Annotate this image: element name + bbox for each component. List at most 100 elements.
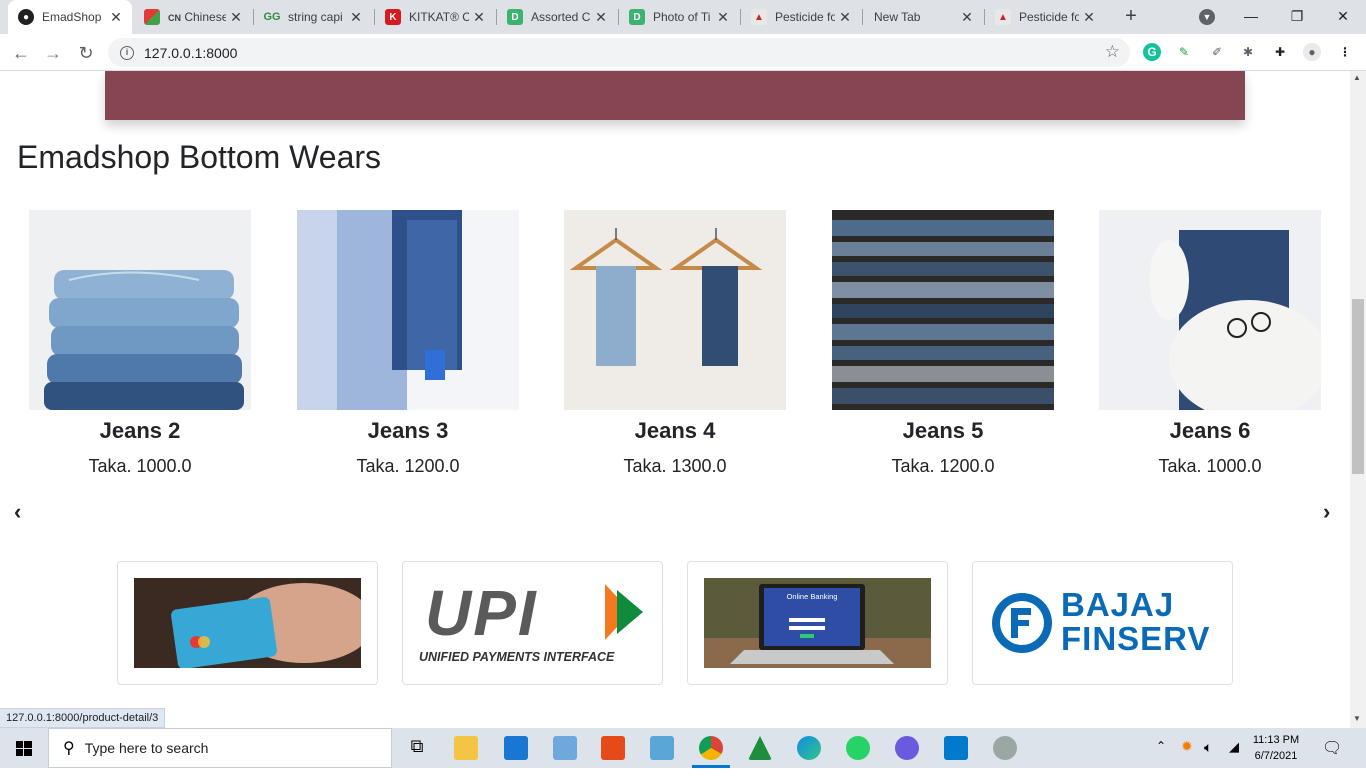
chrome-icon[interactable] (699, 736, 723, 760)
jeans-pile-image (832, 210, 1054, 410)
task-view-icon[interactable]: ⧉ (405, 736, 429, 760)
scrollbar-thumb[interactable] (1352, 299, 1364, 474)
edge-icon[interactable] (797, 736, 821, 760)
network-icon[interactable]: ◢ (1229, 739, 1239, 779)
tab-new-tab[interactable]: New Tab ✕ (863, 0, 983, 34)
product-name[interactable]: Jeans 6 (1099, 418, 1321, 448)
payment-card-upi: UPI UNIFIED PAYMENTS INTERFACE (402, 561, 663, 685)
close-tab-icon[interactable]: ✕ (469, 9, 489, 26)
address-bar[interactable]: i 127.0.0.1:8000 ☆ (108, 38, 1130, 67)
product-image[interactable] (1099, 210, 1321, 410)
close-tab-icon[interactable]: ✕ (1079, 9, 1099, 26)
product-name[interactable]: Jeans 2 (29, 418, 251, 448)
d-icon: D (507, 9, 523, 25)
eyedropper-icon[interactable]: ✐ (1208, 43, 1226, 61)
tab-photo[interactable]: D Photo of Ti ✕ (619, 0, 739, 34)
product-card[interactable]: Jeans 3 Taka. 1200.0 (297, 210, 519, 477)
payment-card-credit-card (117, 561, 378, 685)
product-name[interactable]: Jeans 3 (297, 418, 519, 448)
green-triangle-app-icon[interactable] (748, 736, 772, 760)
carousel-next-button[interactable]: › (1323, 499, 1330, 525)
product-image[interactable] (29, 210, 251, 410)
browser-toolbar: ← → ↻ i 127.0.0.1:8000 ☆ G ✎ ✐ ✱ ✚ ● ⋮ (0, 34, 1366, 71)
extensions-puzzle-icon[interactable]: ✚ (1271, 43, 1289, 61)
tab-emadshop[interactable]: ● EmadShop ✕ (8, 0, 132, 34)
restore-button[interactable]: ❐ (1274, 0, 1320, 34)
search-icon: ⚲ (63, 740, 75, 757)
vscode-icon[interactable] (944, 736, 968, 760)
stacked-jeans-image (29, 210, 251, 410)
office-icon[interactable] (601, 736, 625, 760)
tab-string-capi[interactable]: GG string capi ✕ (254, 0, 372, 34)
close-tab-icon[interactable]: ✕ (106, 9, 126, 26)
taskbar-search[interactable]: ⚲ Type here to search (48, 728, 392, 768)
product-card[interactable]: Jeans 2 Taka. 1000.0 (29, 210, 251, 477)
geeks-icon: GG (263, 11, 281, 23)
page-scrollbar[interactable]: ▲ ▼ (1350, 71, 1366, 728)
grammarly-icon[interactable]: G (1143, 43, 1161, 61)
product-card[interactable]: Jeans 4 Taka. 1300.0 (564, 210, 786, 477)
bajaj-emblem-icon (992, 593, 1052, 653)
tray-app-icon[interactable]: ✹ (1181, 738, 1193, 778)
product-price: Taka. 1300.0 (623, 456, 727, 476)
product-image[interactable] (832, 210, 1054, 410)
minimize-button[interactable]: — (1228, 0, 1274, 34)
volume-icon[interactable]: 🔈︎ (1204, 739, 1212, 779)
carousel-prev-button[interactable]: ‹ (14, 499, 21, 525)
close-tab-icon[interactable]: ✕ (835, 9, 855, 26)
bug-icon[interactable]: ✱ (1239, 43, 1257, 61)
close-window-button[interactable]: ✕ (1320, 0, 1366, 34)
start-button[interactable] (0, 728, 48, 768)
info-icon[interactable]: i (120, 45, 134, 60)
app-globe-icon[interactable] (993, 736, 1017, 760)
menu-kebab-icon[interactable]: ⋮ (1336, 43, 1354, 61)
pc-icon[interactable] (553, 736, 577, 760)
tab-kitkat[interactable]: K KITKAT® C ✕ (375, 0, 495, 34)
credit-card-image (134, 578, 361, 668)
chevron-down-icon: ▼ (1199, 9, 1215, 26)
mail-icon[interactable] (504, 736, 528, 760)
product-price: Taka. 1000.0 (1158, 456, 1262, 476)
product-image[interactable] (297, 210, 519, 410)
upi-logo: UPI UNIFIED PAYMENTS INTERFACE (419, 578, 646, 668)
product-price: Taka. 1200.0 (891, 456, 995, 476)
tab-pesticide-2[interactable]: ▲ Pesticide fo ✕ (985, 0, 1105, 34)
windows-taskbar: ⚲ Type here to search ⧉ ⌃ ✹ 🔈︎ ◢ 11:13 P… (0, 728, 1366, 768)
product-card[interactable]: Jeans 5 Taka. 1200.0 (832, 210, 1054, 477)
whatsapp-icon[interactable] (846, 736, 870, 760)
scroll-down-icon[interactable]: ▼ (1353, 714, 1361, 723)
product-card[interactable]: Jeans 6 Taka. 1000.0 (1099, 210, 1321, 477)
3d-box-icon[interactable] (650, 736, 674, 760)
tab-assorted[interactable]: D Assorted C ✕ (497, 0, 617, 34)
discord-icon[interactable] (895, 736, 919, 760)
close-tab-icon[interactable]: ✕ (346, 9, 366, 26)
tab-chinese[interactable]: CN Chinese ✕ (134, 0, 252, 34)
hero-banner (105, 71, 1245, 120)
bookmark-star-icon[interactable]: ☆ (1105, 42, 1120, 62)
tab-strip: ● EmadShop ✕ CN Chinese ✕ GG string capi… (0, 0, 1366, 34)
chevron-up-icon[interactable]: ⌃ (1156, 739, 1166, 779)
product-name[interactable]: Jeans 5 (832, 418, 1054, 448)
upi-arrow-icon (605, 584, 643, 640)
tab-pesticide-1[interactable]: ▲ Pesticide fo ✕ (741, 0, 861, 34)
close-tab-icon[interactable]: ✕ (957, 9, 977, 26)
windows-logo-icon (16, 741, 32, 756)
profile-avatar[interactable]: ● (1303, 43, 1321, 61)
extension-leaf-icon[interactable]: ✎ (1175, 43, 1193, 61)
scroll-up-icon[interactable]: ▲ (1353, 73, 1361, 82)
product-price: Taka. 1000.0 (88, 456, 192, 476)
reload-button[interactable]: ↻ (73, 40, 99, 66)
product-name[interactable]: Jeans 4 (564, 418, 786, 448)
close-tab-icon[interactable]: ✕ (226, 9, 246, 26)
close-tab-icon[interactable]: ✕ (713, 9, 733, 26)
back-button[interactable]: ← (8, 40, 34, 66)
tab-search-button[interactable]: ▼ (1184, 0, 1230, 34)
notification-icon[interactable]: 🗨︎ (1322, 738, 1342, 778)
new-tab-button[interactable]: + (1119, 4, 1143, 28)
product-image[interactable] (564, 210, 786, 410)
close-tab-icon[interactable]: ✕ (591, 9, 611, 26)
product-price: Taka. 1200.0 (356, 456, 460, 476)
forward-button[interactable]: → (40, 40, 66, 66)
taskbar-clock[interactable]: 11:13 PM 6/7/2021 (1250, 732, 1302, 764)
file-explorer-icon[interactable] (454, 736, 478, 760)
